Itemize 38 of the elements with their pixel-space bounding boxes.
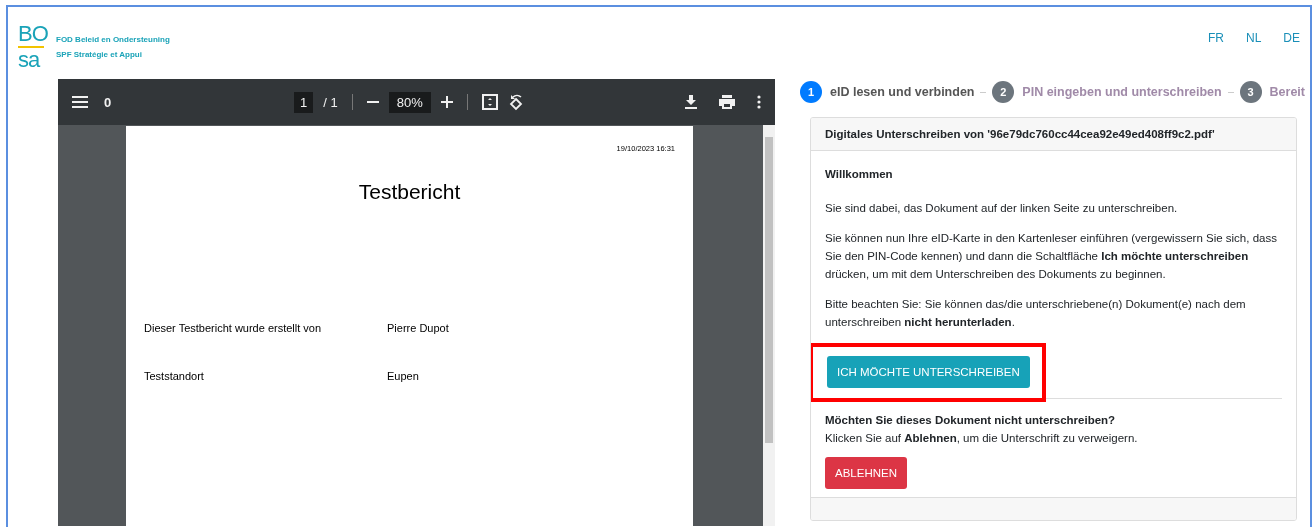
field-label: Dieser Testbericht wurde erstellt von: [144, 322, 323, 334]
document-title: 0: [104, 94, 113, 110]
welcome-heading: Willkommen: [825, 167, 894, 182]
decline-text: Klicken Sie auf Ablehnen, um die Unterschrift zu verweigern.: [825, 431, 1139, 446]
language-link[interactable]: NL: [1246, 31, 1262, 45]
scrollbar[interactable]: [763, 125, 775, 526]
fit-page-icon[interactable]: [481, 94, 498, 110]
zoom-field[interactable]: 80%: [388, 91, 431, 113]
paragraph: Bitte beachten Sie: Sie können das/die unterschriebene(n) Dokument(e) nach dem unterschreiben nicht herunterladen.: [825, 297, 1247, 330]
more-options-icon[interactable]: [757, 95, 761, 109]
report-title: Testbericht: [357, 180, 462, 204]
page-number-field[interactable]: 1: [294, 91, 314, 113]
organization-name: SPF Stratégie et Appui: [56, 50, 143, 59]
sign-button[interactable]: ICH MÖCHTE UNTERSCHREIBEN: [827, 356, 1030, 388]
step-number: 3: [1239, 81, 1262, 103]
language-link[interactable]: DE: [1283, 31, 1300, 45]
step-number: 2: [992, 81, 1015, 103]
page-count: / 1: [323, 94, 338, 110]
card-header: Digitales Unterschreiben von '96e79dc760cc44cea92e49ed408ff9c2.pdf': [811, 118, 1296, 151]
field-label: Teststandort: [144, 370, 205, 382]
step-number: 1: [800, 81, 822, 103]
zoom-in-icon[interactable]: [440, 96, 453, 108]
paragraph: Sie können nun Ihre eID-Karte in den Kartenleser einführen (vergewissern Sie sich, dass Sie den PIN-Code kennen) und dann die Schaltfläche Ich möchte unterschreiben drücken, um mit dem Unterschreiben des Dokuments zu beginnen.: [825, 231, 1278, 282]
download-icon[interactable]: [685, 95, 697, 109]
decline-heading: Möchten Sie dieses Dokument nicht unterschreiben?: [825, 413, 1117, 428]
menu-icon[interactable]: [72, 96, 88, 108]
field-value: Eupen: [387, 370, 419, 382]
field-value: Pierre Dupot: [387, 322, 449, 334]
step-label: PIN eingeben und unterschreiben: [1022, 85, 1222, 99]
step-label: eID lesen und verbinden: [830, 85, 975, 99]
paragraph: Sie sind dabei, das Dokument auf der linken Seite zu unterschreiben.: [825, 201, 1179, 216]
rotate-icon[interactable]: [507, 93, 525, 111]
step-label: Bereit: [1269, 85, 1305, 99]
print-icon[interactable]: [719, 95, 735, 109]
organization-name: FOD Beleid en Ondersteuning: [56, 35, 170, 44]
logo: BO sa: [18, 23, 48, 71]
language-link[interactable]: FR: [1208, 31, 1224, 45]
decline-button[interactable]: ABLEHNEN: [825, 457, 907, 489]
